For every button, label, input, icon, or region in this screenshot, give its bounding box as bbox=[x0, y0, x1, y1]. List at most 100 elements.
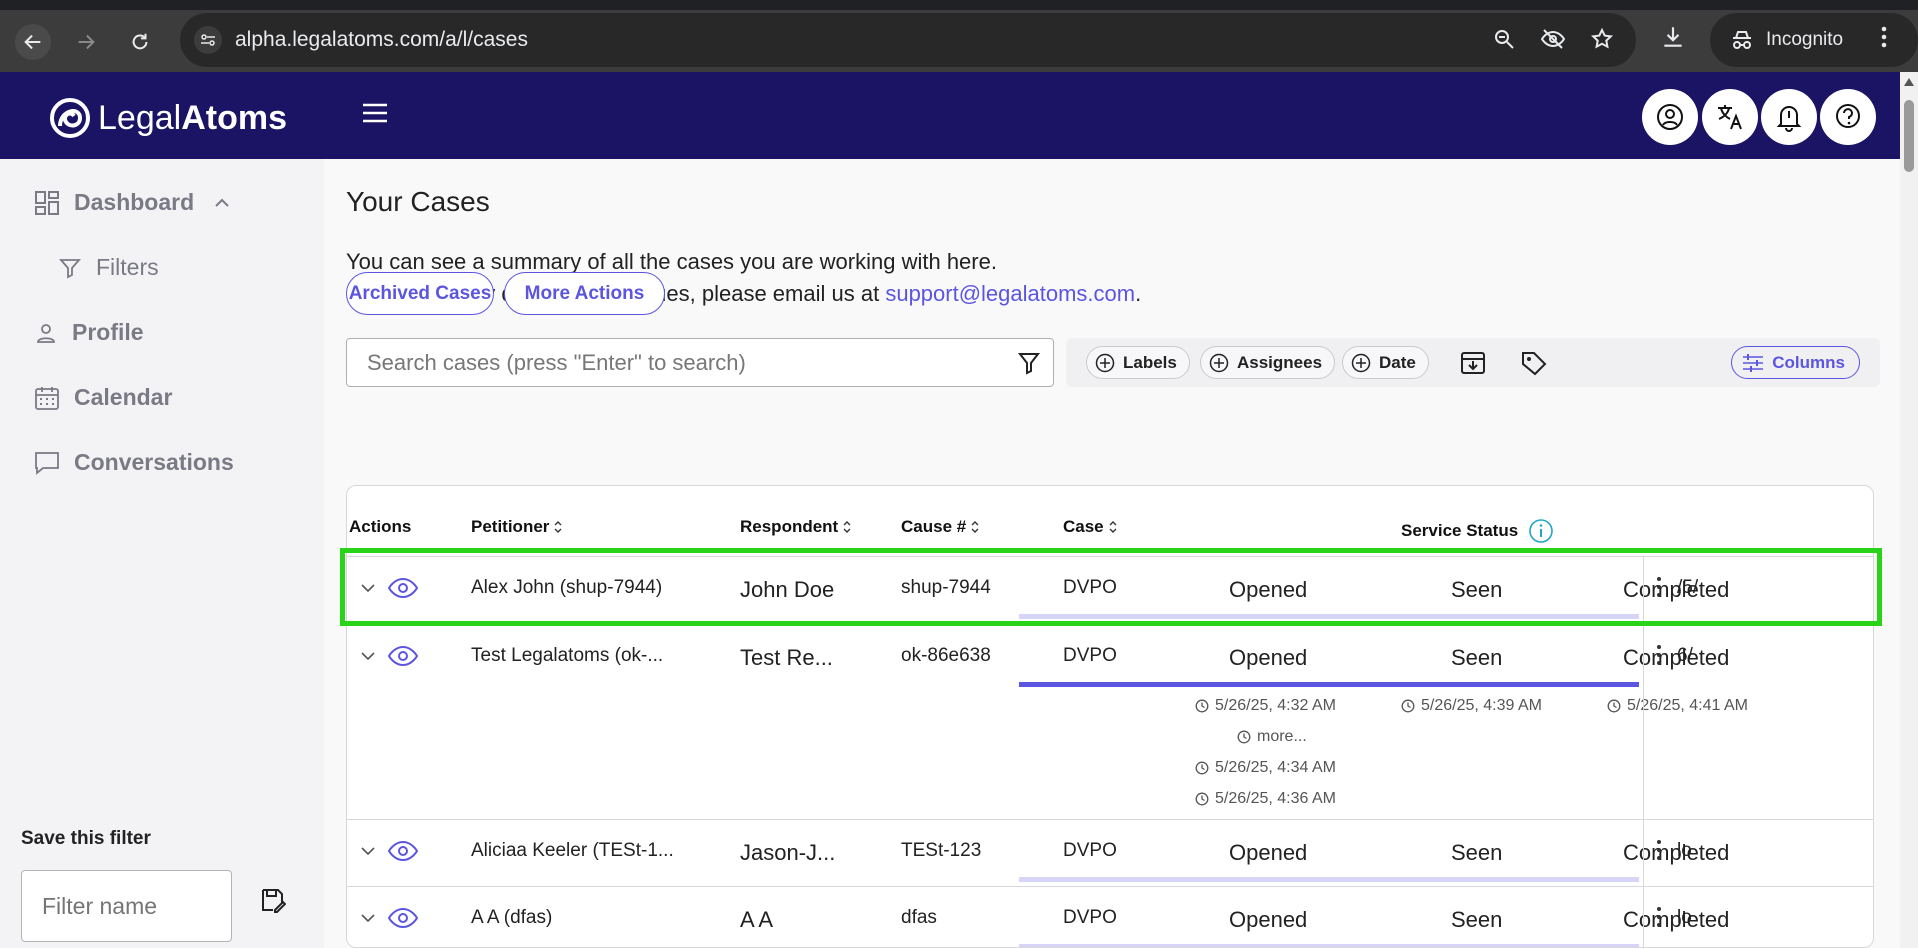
sidebar-item-filters[interactable]: Filters bbox=[58, 254, 159, 281]
address-bar[interactable]: alpha.legalatoms.com/a/l/cases bbox=[180, 13, 1636, 67]
download-icon[interactable] bbox=[1660, 24, 1686, 50]
user-account-icon[interactable] bbox=[1642, 89, 1698, 145]
opened-timestamp-text: 5/26/25, 4:36 AM bbox=[1215, 790, 1336, 807]
chevron-up-icon[interactable] bbox=[212, 193, 232, 213]
extra-column-cell: lo bbox=[1677, 907, 1692, 928]
kebab-menu-icon[interactable] bbox=[1655, 838, 1663, 862]
labels-chip[interactable]: Labels bbox=[1086, 346, 1190, 379]
header-petitioner[interactable]: Petitioner bbox=[471, 517, 563, 537]
legalatoms-logo[interactable]: LegalAtoms bbox=[48, 96, 287, 140]
filter-name-input[interactable] bbox=[21, 870, 232, 942]
chevron-down-icon[interactable] bbox=[359, 649, 377, 663]
case-type-cell: DVPO bbox=[1063, 907, 1117, 928]
column-divider bbox=[1643, 557, 1644, 625]
chevron-down-icon[interactable] bbox=[359, 581, 377, 595]
petitioner-cell: Aliciaa Keeler (TESt-1... bbox=[471, 840, 674, 861]
sort-icon[interactable] bbox=[842, 520, 852, 534]
header-cause[interactable]: Cause # bbox=[901, 517, 980, 537]
table-row[interactable]: A A (dfas) A A dfas DVPO Opened Seen Com… bbox=[347, 886, 1873, 947]
logo-text-bold: Atoms bbox=[181, 98, 287, 137]
sidebar-item-conversations[interactable]: Conversations bbox=[34, 449, 234, 476]
more-actions-button[interactable]: More Actions bbox=[504, 272, 665, 315]
search-cases-input[interactable]: Search cases (press "Enter" to search) bbox=[346, 338, 1054, 387]
table-row[interactable]: Test Legalatoms (ok-... Test Re... ok-86… bbox=[347, 624, 1873, 820]
table-row[interactable]: Alex John (shup-7944) John Doe shup-7944… bbox=[347, 556, 1873, 625]
completed-timestamp: 5/26/25, 4:41 AM bbox=[1607, 697, 1748, 715]
translate-icon[interactable] bbox=[1702, 89, 1758, 145]
respondent-cell: Test Re... bbox=[740, 645, 833, 670]
archive-download-icon[interactable] bbox=[1460, 350, 1486, 376]
date-chip[interactable]: Date bbox=[1342, 346, 1429, 379]
petitioner-cell: Test Legalatoms (ok-... bbox=[471, 645, 664, 666]
bookmark-star-icon[interactable] bbox=[1590, 27, 1614, 51]
seen-timestamp-text: 5/26/25, 4:39 AM bbox=[1421, 697, 1542, 714]
save-filter-label: Save this filter bbox=[21, 828, 151, 849]
dashboard-grid-icon bbox=[35, 190, 59, 215]
sidebar-item-dashboard[interactable]: Dashboard bbox=[34, 189, 232, 216]
sort-icon[interactable] bbox=[553, 520, 563, 534]
zoom-icon[interactable] bbox=[1492, 27, 1516, 51]
kebab-menu-icon[interactable] bbox=[1655, 643, 1663, 667]
back-icon[interactable] bbox=[15, 24, 51, 60]
sort-icon[interactable] bbox=[970, 520, 980, 534]
filter-funnel-icon[interactable] bbox=[1017, 351, 1041, 375]
case-type-cell: DVPO bbox=[1063, 577, 1117, 598]
header-cause-label: Cause # bbox=[901, 517, 967, 536]
kebab-menu-icon[interactable] bbox=[1655, 575, 1663, 599]
sidebar-item-profile[interactable]: Profile bbox=[34, 319, 144, 346]
tab-strip bbox=[0, 0, 1918, 10]
status-seen: Seen bbox=[1451, 577, 1503, 602]
filter-toolbar: Labels Assignees Date Columns bbox=[1066, 338, 1880, 387]
incognito-icon bbox=[1733, 31, 1751, 49]
support-email-link[interactable]: support@legalatoms.com bbox=[885, 281, 1135, 306]
cause-cell: ok-86e638 bbox=[901, 645, 991, 666]
site-settings-icon[interactable] bbox=[194, 26, 222, 54]
info-icon[interactable] bbox=[1528, 518, 1554, 544]
cause-cell: shup-7944 bbox=[901, 577, 991, 598]
eye-icon[interactable] bbox=[387, 645, 419, 667]
extra-column-cell: 6/ bbox=[1677, 645, 1693, 666]
tag-icon[interactable] bbox=[1520, 350, 1548, 376]
forward-icon[interactable] bbox=[68, 24, 104, 60]
sort-icon[interactable] bbox=[1108, 520, 1118, 534]
hamburger-menu-icon[interactable] bbox=[362, 102, 388, 124]
page-scrollbar[interactable] bbox=[1900, 72, 1918, 948]
header-case[interactable]: Case bbox=[1063, 517, 1118, 537]
eye-icon[interactable] bbox=[387, 907, 419, 929]
kebab-menu-icon[interactable] bbox=[1655, 905, 1663, 929]
labels-chip-label: Labels bbox=[1123, 352, 1177, 372]
eye-icon[interactable] bbox=[387, 840, 419, 862]
sidebar: Dashboard Filters Profile Calendar Conve… bbox=[0, 159, 324, 948]
description-period: . bbox=[1135, 281, 1142, 306]
sidebar-item-calendar[interactable]: Calendar bbox=[34, 384, 172, 411]
case-type-cell: DVPO bbox=[1063, 840, 1117, 861]
reload-icon[interactable] bbox=[122, 24, 158, 60]
search-placeholder: Search cases (press "Enter" to search) bbox=[367, 350, 746, 375]
chat-bubble-icon bbox=[35, 451, 59, 475]
save-filter-icon[interactable] bbox=[260, 887, 286, 913]
browser-chrome: alpha.legalatoms.com/a/l/cases Incognito bbox=[0, 0, 1918, 72]
notifications-bell-icon[interactable] bbox=[1761, 89, 1817, 145]
table-row[interactable]: Aliciaa Keeler (TESt-1... Jason-J... TES… bbox=[347, 819, 1873, 887]
chevron-down-icon[interactable] bbox=[359, 911, 377, 925]
cause-cell: dfas bbox=[901, 907, 937, 928]
columns-button[interactable]: Columns bbox=[1731, 346, 1860, 379]
eye-off-icon[interactable] bbox=[1540, 27, 1566, 51]
scrollbar-thumb[interactable] bbox=[1904, 100, 1914, 172]
header-respondent[interactable]: Respondent bbox=[740, 517, 852, 537]
url-text: alpha.legalatoms.com/a/l/cases bbox=[235, 28, 528, 51]
help-icon[interactable] bbox=[1820, 89, 1876, 145]
sidebar-item-label: Calendar bbox=[74, 384, 173, 410]
browser-menu-icon[interactable] bbox=[1880, 24, 1888, 50]
status-progress-track bbox=[1019, 877, 1639, 882]
scroll-up-arrow-icon[interactable] bbox=[1904, 78, 1914, 86]
sidebar-item-label: Conversations bbox=[74, 449, 234, 475]
eye-icon[interactable] bbox=[387, 577, 419, 599]
archived-cases-button[interactable]: Archived Cases bbox=[346, 272, 494, 315]
completed-timestamp-text: 5/26/25, 4:41 AM bbox=[1627, 697, 1748, 714]
chevron-down-icon[interactable] bbox=[359, 844, 377, 858]
status-opened: Opened bbox=[1229, 907, 1308, 932]
opened-timestamp: 5/26/25, 4:32 AM bbox=[1195, 697, 1336, 715]
more-timestamps-link[interactable]: more... bbox=[1237, 728, 1307, 746]
assignees-chip[interactable]: Assignees bbox=[1200, 346, 1336, 379]
